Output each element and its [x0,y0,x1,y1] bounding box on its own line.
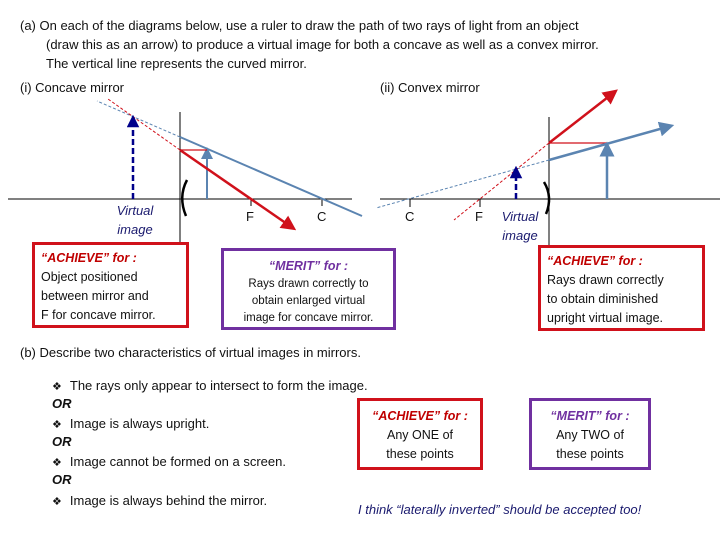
or-label: OR [52,396,72,411]
virtual-image-label: Virtual image [104,201,166,239]
blue-extension [375,159,550,209]
concave-mirror-icon [181,179,189,217]
virtual-image-label-line: Virtual [116,203,154,218]
box-line: these points [386,447,454,461]
virtual-image-label-line: image [117,222,153,237]
box-line: Rays drawn correctly [547,273,664,287]
question-b: (b) Describe two characteristics of virt… [20,345,361,360]
focus-label: F [246,209,254,224]
blue-extension [96,100,181,138]
concave-achieve-box: “ACHIEVE” for : Object positioned betwee… [32,242,189,328]
virtual-image-label-line: image [502,228,538,243]
box-line: Any TWO of [556,428,624,442]
box-heading: “MERIT” for : [268,259,349,273]
point-text: Image is always behind the mirror. [69,493,268,508]
concave-merit-box: “MERIT” for : Rays drawn correctly to ob… [221,248,396,330]
point-text: Image is always upright. [69,416,210,431]
convex-diagram [375,89,720,246]
bullet-icon: ❖ [52,496,62,508]
concave-diagram [8,98,363,242]
virtual-image-label-line: Virtual [501,209,539,224]
box-line: image for concave mirror. [243,312,374,324]
box-line: F for concave mirror. [41,308,156,322]
point-2: ❖ Image is always upright. [52,415,209,434]
box-line: to obtain diminished [547,292,659,306]
box-heading: “MERIT” for : [550,409,630,423]
box-line: Rays drawn correctly to [248,278,369,290]
box-line: upright virtual image. [547,311,664,325]
box-heading: “ACHIEVE” for : [41,251,137,265]
box-line: these points [556,447,624,461]
red-extension [107,98,181,151]
centre-label: C [317,209,327,224]
virtual-image-label: Virtual image [492,207,548,245]
part-b-merit-box: “MERIT” for : Any TWO of these points [529,398,651,470]
focus-label: F [475,209,483,224]
convex-achieve-box: “ACHIEVE” for : Rays drawn correctly to … [538,245,705,331]
box-line: Any ONE of [387,428,453,442]
point-text: The rays only appear to intersect to for… [69,378,368,393]
box-line: obtain enlarged virtual [251,295,366,307]
bullet-icon: ❖ [52,419,62,431]
box-line: between mirror and [41,289,149,303]
bullet-icon: ❖ [52,381,62,393]
box-line: Object positioned [41,270,138,284]
point-4: ❖ Image is always behind the mirror. [52,492,267,511]
point-1: ❖ The rays only appear to intersect to fo… [52,377,368,396]
bullet-icon: ❖ [52,457,62,469]
or-label: OR [52,434,72,449]
teacher-note: I think “laterally inverted” should be a… [358,502,642,517]
point-3: ❖ Image cannot be formed on a screen. [52,453,286,472]
point-text: Image cannot be formed on a screen. [69,454,286,469]
or-label: OR [52,472,72,487]
centre-label: C [405,209,415,224]
red-reflected-ray [548,89,618,144]
box-heading: “ACHIEVE” for : [547,254,643,268]
part-b-achieve-box: “ACHIEVE” for : Any ONE of these points [357,398,483,470]
box-heading: “ACHIEVE” for : [372,409,468,423]
